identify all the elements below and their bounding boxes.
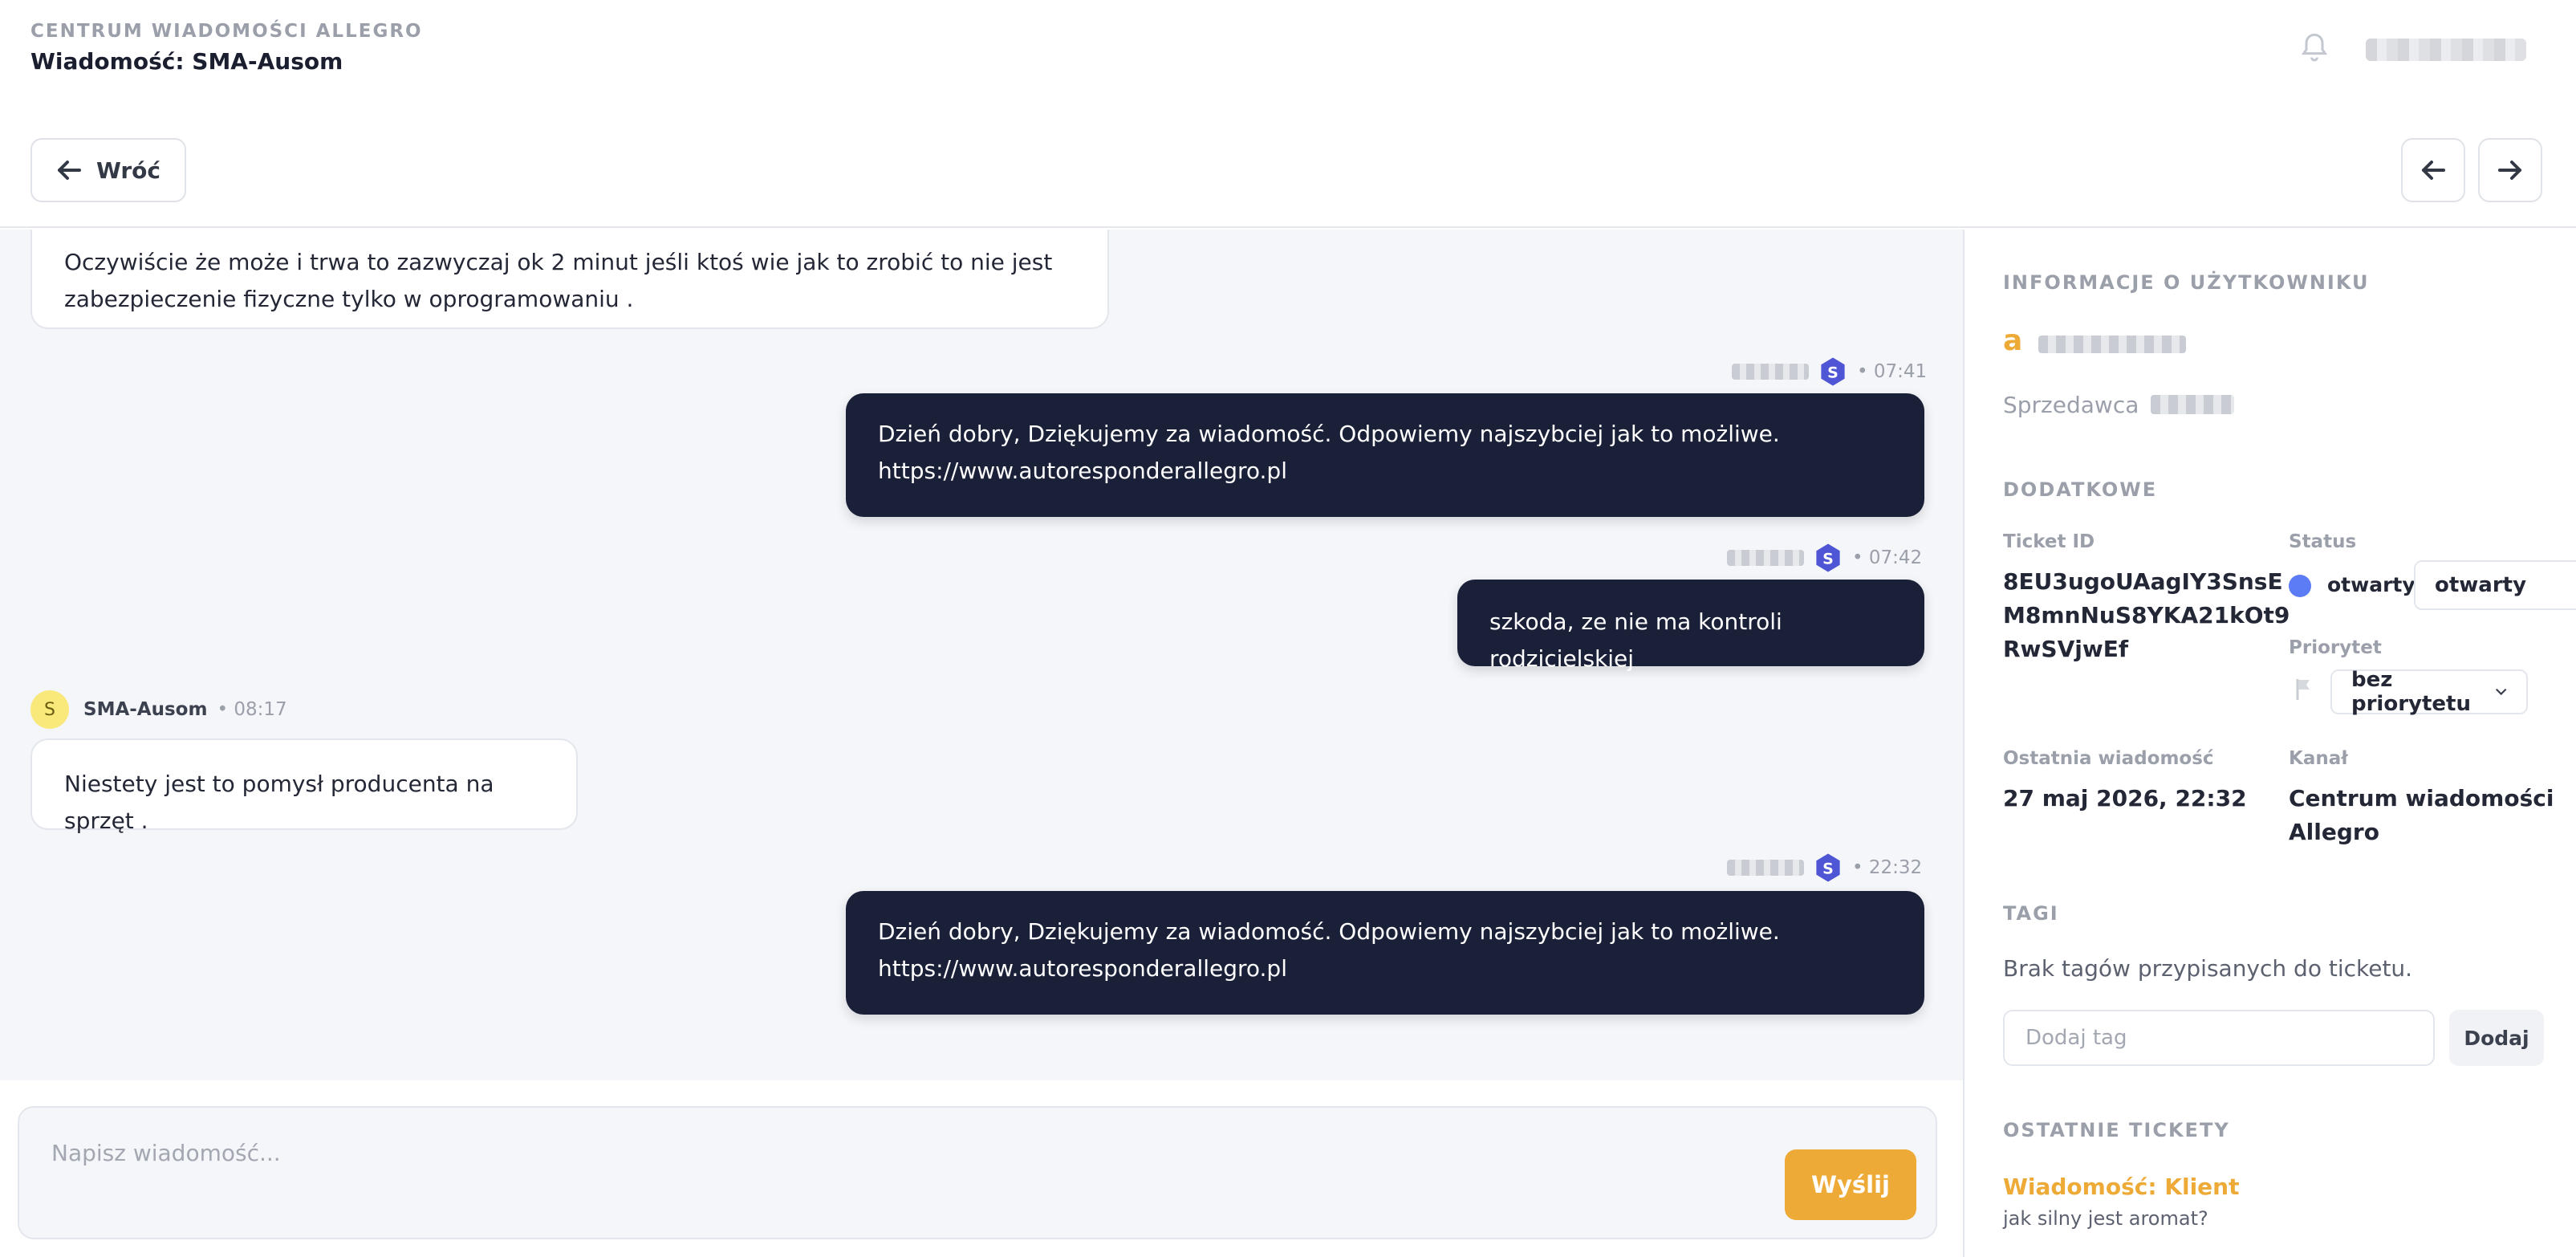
seller-name-blurred: [2151, 395, 2234, 414]
message-incoming: Oczywiście że może i trwa to zazwyczaj o…: [30, 230, 1109, 329]
last-message-value: 27 maj 2026, 22:32: [2003, 785, 2247, 812]
s-badge-icon: S: [1816, 853, 1840, 882]
ticket-id-line: 8EU3ugoUAagIY3SnsE: [2003, 568, 2283, 595]
message-text: Niestety jest to pomysł producenta na sp…: [64, 771, 494, 834]
user-prefix: a: [2003, 324, 2023, 357]
back-button-label: Wróć: [95, 157, 161, 184]
arrow-left-icon: [57, 161, 81, 180]
svg-text:S: S: [1822, 550, 1834, 567]
status-select[interactable]: otwarty: [2414, 560, 2576, 610]
seller-label: Sprzedawca: [2003, 392, 2139, 418]
message-time: • 08:17: [217, 699, 287, 720]
ticket-id-line: RwSVjwEf: [2003, 636, 2129, 662]
message-time: • 07:41: [1857, 361, 1928, 382]
svg-text:S: S: [1822, 860, 1834, 877]
message-meta: S • 07:41: [1732, 356, 1927, 387]
recent-ticket-snippet: jak silny jest aromat?: [2003, 1207, 2208, 1230]
ticket-id-label: Ticket ID: [2003, 531, 2095, 552]
message-text: Oczywiście że może i trwa to zazwyczaj o…: [64, 249, 1053, 275]
status-select-value: otwarty: [2435, 573, 2527, 597]
message-input-placeholder: Napisz wiadomość...: [51, 1140, 281, 1166]
next-ticket-button[interactable]: [2478, 138, 2542, 202]
bell-icon[interactable]: [2298, 31, 2330, 66]
message-input[interactable]: Napisz wiadomość...: [18, 1106, 1937, 1239]
send-button[interactable]: Wyślij: [1785, 1149, 1916, 1220]
channel-label: Kanał: [2289, 748, 2348, 769]
message-outgoing: Dzień dobry, Dziękujemy za wiadomość. Od…: [846, 393, 1924, 517]
breadcrumb: CENTRUM WIADOMOŚCI ALLEGRO: [30, 21, 423, 42]
user-info-heading: INFORMACJE O UŻYTKOWNIKU: [2003, 271, 2370, 294]
status-value: otwarty: [2327, 573, 2416, 596]
sender-name-blurred: [1727, 550, 1804, 566]
flag-icon: [2296, 679, 2310, 700]
message-outgoing: Dzień dobry, Dziękujemy za wiadomość. Od…: [846, 891, 1924, 1015]
message-meta: S • 22:32: [1727, 852, 1922, 883]
channel-value: Centrum wiadomości: [2289, 785, 2554, 812]
message-time: • 22:32: [1852, 857, 1923, 878]
no-tags-text: Brak tagów przypisanych do ticketu.: [2003, 955, 2413, 982]
s-badge-icon: S: [1816, 543, 1840, 572]
add-tag-button[interactable]: Dodaj: [2449, 1010, 2544, 1066]
message-text: zabezpieczenie fizyczne tylko w oprogram…: [64, 286, 634, 312]
tag-input[interactable]: Dodaj tag: [2003, 1010, 2435, 1066]
recent-tickets-heading: OSTATNIE TICKETY: [2003, 1119, 2230, 1141]
priority-select-value: bez priorytetu: [2351, 668, 2471, 716]
tag-input-placeholder: Dodaj tag: [2025, 1026, 2127, 1050]
chevron-down-icon: [2495, 688, 2507, 696]
sender-name-blurred: [1727, 860, 1804, 876]
status-dot-icon: [2289, 575, 2311, 597]
top-header: CENTRUM WIADOMOŚCI ALLEGRO Wiadomość: SM…: [0, 0, 2576, 228]
conversation-thread[interactable]: Oczywiście że może i trwa to zazwyczaj o…: [0, 230, 1963, 1080]
recent-ticket-title[interactable]: Wiadomość: Klient: [2003, 1174, 2239, 1200]
avatar: S: [30, 690, 69, 729]
ticket-sidebar: INFORMACJE O UŻYTKOWNIKU a Sprzedawca DO…: [1963, 230, 2576, 1257]
message-meta: S SMA-Ausom • 08:17: [30, 690, 287, 729]
arrow-right-icon: [2498, 161, 2521, 180]
channel-value: Allegro: [2289, 819, 2379, 845]
message-outgoing: szkoda, ze nie ma kontroli rodzicielskie…: [1457, 580, 1924, 672]
ticket-id-line: M8mnNuS8YKA21kOt9: [2003, 602, 2290, 628]
priority-label: Priorytet: [2289, 637, 2382, 658]
tags-heading: TAGI: [2003, 902, 2059, 925]
sender-name: SMA-Ausom: [83, 699, 208, 720]
last-message-label: Ostatnia wiadomość: [2003, 748, 2214, 769]
message-text: Dzień dobry, Dziękujemy za wiadomość. Od…: [878, 918, 1780, 945]
user-account-blurred[interactable]: [2366, 39, 2526, 61]
s-badge-icon: S: [1821, 357, 1845, 386]
message-meta: S • 07:42: [1727, 543, 1922, 573]
sender-name-blurred: [1732, 364, 1809, 380]
status-label: Status: [2289, 531, 2357, 552]
username-blurred[interactable]: [2038, 336, 2186, 353]
back-button[interactable]: Wróć: [30, 138, 186, 202]
extra-info-heading: DODATKOWE: [2003, 478, 2158, 501]
message-link: https://www.autoresponderallegro.pl: [878, 458, 1287, 484]
priority-select[interactable]: bez priorytetu: [2330, 668, 2528, 716]
arrow-left-icon: [2422, 161, 2445, 180]
message-time: • 07:42: [1852, 547, 1923, 568]
previous-ticket-button[interactable]: [2401, 138, 2465, 202]
message-text: Dzień dobry, Dziękujemy za wiadomość. Od…: [878, 421, 1780, 447]
page-title: Wiadomość: SMA-Ausom: [30, 48, 343, 75]
message-incoming: Niestety jest to pomysł producenta na sp…: [30, 738, 578, 834]
svg-text:S: S: [1827, 364, 1839, 381]
message-text: szkoda, ze nie ma kontroli rodzicielskie…: [1489, 608, 1782, 672]
message-link: https://www.autoresponderallegro.pl: [878, 955, 1287, 982]
